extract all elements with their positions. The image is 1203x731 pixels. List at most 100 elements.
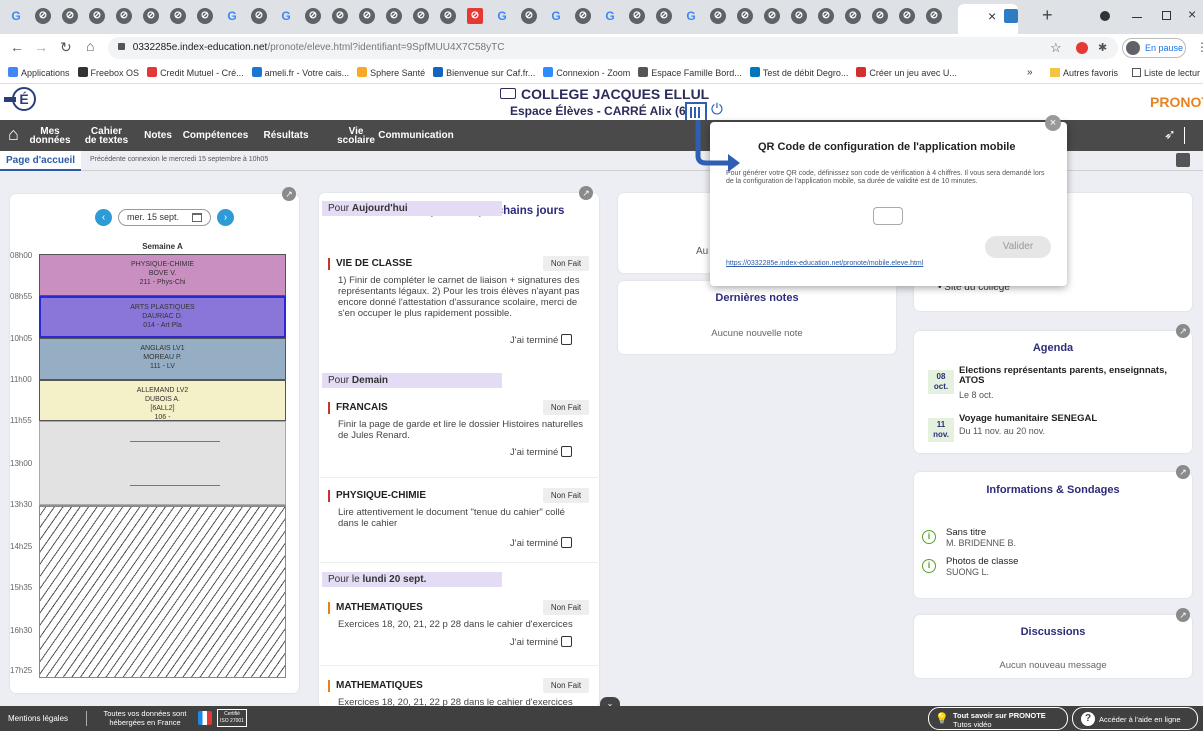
- date-picker[interactable]: mer. 15 sept.: [118, 209, 211, 226]
- tab-favicon-icon[interactable]: ⊘: [197, 8, 213, 24]
- lesson-block[interactable]: ALLEMAND LV2 DUBOIS A. [6ALL2] 106 -: [39, 380, 286, 421]
- agenda-event-title[interactable]: Voyage humanitaire SENEGAL: [959, 414, 1184, 424]
- expand-icon[interactable]: ↗: [1176, 465, 1190, 479]
- tab-favicon-icon[interactable]: ⊘: [575, 8, 591, 24]
- tab-search-icon[interactable]: [1100, 11, 1110, 21]
- checkbox-icon[interactable]: [561, 446, 573, 457]
- more-bookmarks-icon[interactable]: »: [1027, 62, 1033, 83]
- bookmark-item[interactable]: Créer un jeu avec U...: [856, 62, 957, 83]
- nav-item[interactable]: Compétences: [178, 120, 253, 151]
- date-prev-button[interactable]: ‹: [95, 209, 112, 226]
- other-bookmarks[interactable]: Autres favoris: [1050, 62, 1118, 83]
- tab-favicon-icon[interactable]: ⊘: [35, 8, 51, 24]
- tab-favicon-icon[interactable]: ⊘: [818, 8, 834, 24]
- bookmark-item[interactable]: Test de débit Degro...: [749, 62, 848, 83]
- bookmark-item[interactable]: Credit Mutuel - Cré...: [147, 62, 244, 83]
- checkbox-icon[interactable]: [561, 537, 573, 548]
- profile-button[interactable]: En pause: [1122, 38, 1186, 58]
- checkbox-icon[interactable]: [561, 334, 573, 345]
- bookmark-item[interactable]: Sphere Santé: [357, 62, 425, 83]
- tab-favicon-icon[interactable]: ⊘: [737, 8, 753, 24]
- agenda-event-title[interactable]: Elections représentants parents, enseign…: [959, 366, 1184, 386]
- close-window-icon[interactable]: ×: [1188, 6, 1196, 22]
- tab-favicon-icon[interactable]: ⊘: [710, 8, 726, 24]
- save-icon[interactable]: [1176, 153, 1190, 167]
- tab-home-page[interactable]: Page d'accueil: [0, 151, 82, 171]
- date-next-button[interactable]: ›: [217, 209, 234, 226]
- lesson-block[interactable]: PHYSIQUE-CHIMIE BOVE V. 211 - Phys-Chi: [39, 254, 286, 296]
- home-icon[interactable]: ⌂: [86, 38, 94, 54]
- tab-favicon-icon[interactable]: ⊘: [170, 8, 186, 24]
- tab-favicon-icon[interactable]: ⊘: [332, 8, 348, 24]
- bookmark-item[interactable]: Espace Famille Bord...: [638, 62, 742, 83]
- bookmark-item[interactable]: ameli.fr - Votre cais...: [251, 62, 349, 83]
- logout-icon[interactable]: ⏻: [711, 101, 723, 118]
- tutos-button[interactable]: 💡 Tout savoir sur PRONOTE Tutos vidéo: [928, 707, 1068, 730]
- tab-favicon-icon[interactable]: ⊘: [386, 8, 402, 24]
- forward-arrow-icon[interactable]: →: [34, 39, 48, 55]
- tab-favicon-icon[interactable]: ⊘: [926, 8, 942, 24]
- tab-favicon-icon[interactable]: ⊘: [791, 8, 807, 24]
- done-checkbox[interactable]: J'ai terminé: [510, 334, 573, 346]
- tab-favicon-icon[interactable]: ⊘: [143, 8, 159, 24]
- mobile-link[interactable]: https://0332285e.index-education.net/pro…: [726, 260, 923, 267]
- nav-item[interactable]: Communication: [378, 120, 454, 151]
- bookmark-item[interactable]: Bienvenue sur Caf.fr...: [433, 62, 535, 83]
- tab-favicon-icon[interactable]: ⊘: [899, 8, 915, 24]
- lesson-block[interactable]: ARTS PLASTIQUES DAURIAC D. 014 - Art Pla: [39, 296, 286, 338]
- tab-favicon-icon[interactable]: ⊘: [89, 8, 105, 24]
- expand-icon[interactable]: ↗: [1176, 608, 1190, 622]
- tab-favicon-icon[interactable]: ⊘: [251, 8, 267, 24]
- restore-icon[interactable]: [1162, 11, 1171, 20]
- expand-icon[interactable]: ↗: [1176, 324, 1190, 338]
- tab-favicon-icon[interactable]: ⊘: [845, 8, 861, 24]
- back-arrow-icon[interactable]: ←: [10, 39, 24, 55]
- tab-favicon-icon[interactable]: ⊘: [764, 8, 780, 24]
- legal-link[interactable]: Mentions légales: [8, 714, 68, 723]
- tab-favicon-icon[interactable]: ⊘: [305, 8, 321, 24]
- bookmark-item[interactable]: Freebox OS: [77, 62, 139, 83]
- checkbox-icon[interactable]: [561, 636, 573, 647]
- expand-icon[interactable]: ↗: [282, 187, 296, 201]
- lesson-block[interactable]: ANGLAIS LV1 MOREAU P. 111 - LV: [39, 338, 286, 380]
- expand-icon[interactable]: ↗: [579, 186, 593, 200]
- bookmark-star-icon[interactable]: ☆: [1050, 37, 1062, 59]
- new-tab-button[interactable]: +: [1042, 5, 1053, 26]
- minimize-icon[interactable]: [1132, 17, 1142, 18]
- adblock-icon[interactable]: [1076, 42, 1088, 54]
- tab-favicon-icon[interactable]: G: [278, 8, 294, 24]
- home-icon[interactable]: ⌂: [8, 124, 19, 145]
- close-icon[interactable]: ×: [1045, 115, 1061, 131]
- done-checkbox[interactable]: J'ai terminé: [510, 537, 573, 549]
- tab-favicon-icon[interactable]: ⊘: [872, 8, 888, 24]
- bookmark-item[interactable]: Applications: [8, 62, 70, 83]
- reload-icon[interactable]: ↻: [60, 39, 72, 56]
- nav-item[interactable]: Vie scolaire: [337, 120, 375, 151]
- validate-button[interactable]: Valider: [985, 236, 1051, 258]
- done-checkbox[interactable]: J'ai terminé: [510, 636, 573, 648]
- menu-dots-icon[interactable]: ⋮: [1196, 40, 1203, 54]
- tab-favicon-icon[interactable]: G: [548, 8, 564, 24]
- tab-favicon-icon[interactable]: ⊘: [413, 8, 429, 24]
- info-item-title[interactable]: Sans titre: [946, 527, 986, 538]
- tab-close-icon[interactable]: ×: [988, 8, 996, 24]
- tab-favicon-icon[interactable]: ⊘: [359, 8, 375, 24]
- done-checkbox[interactable]: J'ai terminé: [510, 446, 573, 458]
- tab-favicon-icon[interactable]: G: [224, 8, 240, 24]
- nav-item[interactable]: Notes: [143, 120, 173, 151]
- tab-favicon-icon[interactable]: G: [683, 8, 699, 24]
- tab-favicon-icon[interactable]: ⊘: [629, 8, 645, 24]
- send-icon[interactable]: ➶: [1164, 126, 1176, 143]
- tab-favicon-icon[interactable]: G: [602, 8, 618, 24]
- extensions-icon[interactable]: ✱: [1098, 37, 1107, 59]
- bookmark-item[interactable]: Connexion - Zoom: [543, 62, 630, 83]
- tab-favicon-icon[interactable]: ⊘: [440, 8, 456, 24]
- nav-item[interactable]: Cahier de textes: [80, 120, 133, 151]
- tab-favicon-icon[interactable]: G: [8, 8, 24, 24]
- tab-favicon-icon[interactable]: ⊘: [116, 8, 132, 24]
- url-bar[interactable]: 0332285e.index-education.net/pronote/ele…: [108, 37, 1118, 59]
- tab-favicon-icon[interactable]: ⊘: [467, 8, 483, 24]
- reading-list[interactable]: Liste de lectur: [1132, 62, 1200, 83]
- nav-item[interactable]: Mes données: [20, 120, 80, 151]
- tab-favicon-icon[interactable]: ⊘: [521, 8, 537, 24]
